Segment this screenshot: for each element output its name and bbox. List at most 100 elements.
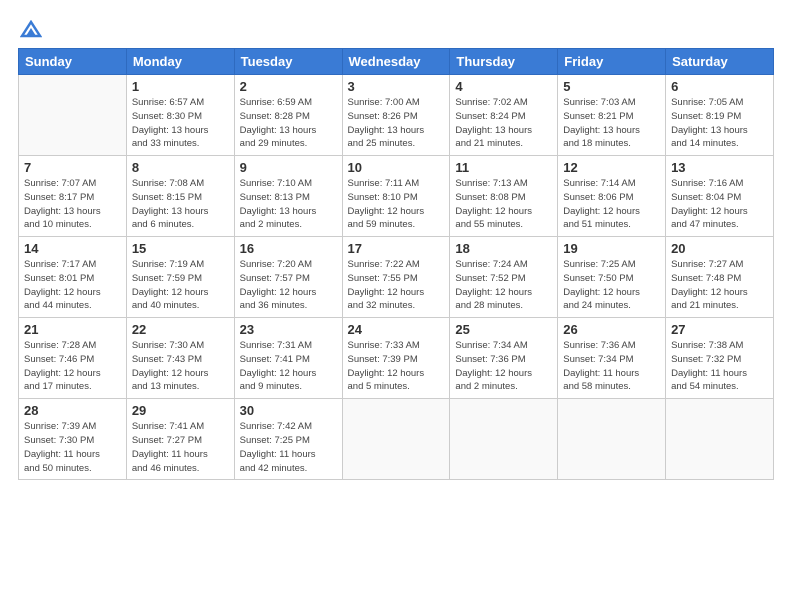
day-info: Sunrise: 7:11 AMSunset: 8:10 PMDaylight:… xyxy=(348,177,445,232)
day-info: Sunrise: 7:05 AMSunset: 8:19 PMDaylight:… xyxy=(671,96,768,151)
calendar-header-thursday: Thursday xyxy=(450,49,558,75)
day-number: 7 xyxy=(24,160,121,175)
day-number: 20 xyxy=(671,241,768,256)
calendar-cell xyxy=(558,399,666,480)
day-number: 15 xyxy=(132,241,229,256)
day-info: Sunrise: 7:13 AMSunset: 8:08 PMDaylight:… xyxy=(455,177,552,232)
calendar-cell: 27 Sunrise: 7:38 AMSunset: 7:32 PMDayligh… xyxy=(666,318,774,399)
day-info: Sunrise: 7:07 AMSunset: 8:17 PMDaylight:… xyxy=(24,177,121,232)
day-info: Sunrise: 7:30 AMSunset: 7:43 PMDaylight:… xyxy=(132,339,229,394)
day-number: 19 xyxy=(563,241,660,256)
calendar-cell: 5 Sunrise: 7:03 AMSunset: 8:21 PMDaylight… xyxy=(558,75,666,156)
calendar-cell xyxy=(450,399,558,480)
day-number: 5 xyxy=(563,79,660,94)
calendar-cell: 24 Sunrise: 7:33 AMSunset: 7:39 PMDayligh… xyxy=(342,318,450,399)
day-number: 29 xyxy=(132,403,229,418)
logo xyxy=(18,22,42,38)
day-info: Sunrise: 7:41 AMSunset: 7:27 PMDaylight:… xyxy=(132,420,229,475)
day-number: 26 xyxy=(563,322,660,337)
day-info: Sunrise: 6:57 AMSunset: 8:30 PMDaylight:… xyxy=(132,96,229,151)
calendar-week-1: 1 Sunrise: 6:57 AMSunset: 8:30 PMDaylight… xyxy=(19,75,774,156)
calendar-week-5: 28Sunrise: 7:39 AMSunset: 7:30 PMDayligh… xyxy=(19,399,774,480)
calendar-header-row: SundayMondayTuesdayWednesdayThursdayFrid… xyxy=(19,49,774,75)
day-info: Sunrise: 7:22 AMSunset: 7:55 PMDaylight:… xyxy=(348,258,445,313)
day-number: 12 xyxy=(563,160,660,175)
calendar-cell: 3 Sunrise: 7:00 AMSunset: 8:26 PMDaylight… xyxy=(342,75,450,156)
day-number: 13 xyxy=(671,160,768,175)
calendar-cell: 8 Sunrise: 7:08 AMSunset: 8:15 PMDaylight… xyxy=(126,156,234,237)
calendar-cell: 11Sunrise: 7:13 AMSunset: 8:08 PMDayligh… xyxy=(450,156,558,237)
calendar-header-monday: Monday xyxy=(126,49,234,75)
calendar-cell: 12Sunrise: 7:14 AMSunset: 8:06 PMDayligh… xyxy=(558,156,666,237)
day-info: Sunrise: 7:33 AMSunset: 7:39 PMDaylight:… xyxy=(348,339,445,394)
calendar-header-sunday: Sunday xyxy=(19,49,127,75)
day-number: 16 xyxy=(240,241,337,256)
calendar-week-4: 21 Sunrise: 7:28 AMSunset: 7:46 PMDayligh… xyxy=(19,318,774,399)
calendar-header-tuesday: Tuesday xyxy=(234,49,342,75)
day-info: Sunrise: 7:25 AMSunset: 7:50 PMDaylight:… xyxy=(563,258,660,313)
calendar: SundayMondayTuesdayWednesdayThursdayFrid… xyxy=(18,48,774,480)
day-info: Sunrise: 7:17 AMSunset: 8:01 PMDaylight:… xyxy=(24,258,121,313)
day-info: Sunrise: 7:10 AMSunset: 8:13 PMDaylight:… xyxy=(240,177,337,232)
day-number: 22 xyxy=(132,322,229,337)
calendar-cell: 29 Sunrise: 7:41 AMSunset: 7:27 PMDayligh… xyxy=(126,399,234,480)
calendar-cell: 1 Sunrise: 6:57 AMSunset: 8:30 PMDaylight… xyxy=(126,75,234,156)
day-number: 23 xyxy=(240,322,337,337)
calendar-cell: 30 Sunrise: 7:42 AMSunset: 7:25 PMDayligh… xyxy=(234,399,342,480)
calendar-cell: 23 Sunrise: 7:31 AMSunset: 7:41 PMDayligh… xyxy=(234,318,342,399)
calendar-cell xyxy=(342,399,450,480)
day-info: Sunrise: 7:02 AMSunset: 8:24 PMDaylight:… xyxy=(455,96,552,151)
day-number: 1 xyxy=(132,79,229,94)
day-info: Sunrise: 7:36 AMSunset: 7:34 PMDaylight:… xyxy=(563,339,660,394)
day-number: 3 xyxy=(348,79,445,94)
logo-icon xyxy=(20,20,42,38)
day-info: Sunrise: 7:42 AMSunset: 7:25 PMDaylight:… xyxy=(240,420,337,475)
calendar-cell: 7 Sunrise: 7:07 AMSunset: 8:17 PMDaylight… xyxy=(19,156,127,237)
day-info: Sunrise: 7:31 AMSunset: 7:41 PMDaylight:… xyxy=(240,339,337,394)
day-number: 24 xyxy=(348,322,445,337)
day-info: Sunrise: 6:59 AMSunset: 8:28 PMDaylight:… xyxy=(240,96,337,151)
calendar-cell: 18 Sunrise: 7:24 AMSunset: 7:52 PMDayligh… xyxy=(450,237,558,318)
calendar-cell: 28Sunrise: 7:39 AMSunset: 7:30 PMDayligh… xyxy=(19,399,127,480)
day-number: 10 xyxy=(348,160,445,175)
calendar-cell xyxy=(666,399,774,480)
day-info: Sunrise: 7:16 AMSunset: 8:04 PMDaylight:… xyxy=(671,177,768,232)
day-info: Sunrise: 7:28 AMSunset: 7:46 PMDaylight:… xyxy=(24,339,121,394)
day-number: 14 xyxy=(24,241,121,256)
day-number: 9 xyxy=(240,160,337,175)
day-number: 21 xyxy=(24,322,121,337)
calendar-week-3: 14 Sunrise: 7:17 AMSunset: 8:01 PMDayligh… xyxy=(19,237,774,318)
day-info: Sunrise: 7:08 AMSunset: 8:15 PMDaylight:… xyxy=(132,177,229,232)
day-info: Sunrise: 7:24 AMSunset: 7:52 PMDaylight:… xyxy=(455,258,552,313)
calendar-week-2: 7 Sunrise: 7:07 AMSunset: 8:17 PMDaylight… xyxy=(19,156,774,237)
calendar-header-friday: Friday xyxy=(558,49,666,75)
day-info: Sunrise: 7:03 AMSunset: 8:21 PMDaylight:… xyxy=(563,96,660,151)
calendar-cell: 25Sunrise: 7:34 AMSunset: 7:36 PMDayligh… xyxy=(450,318,558,399)
day-info: Sunrise: 7:00 AMSunset: 8:26 PMDaylight:… xyxy=(348,96,445,151)
calendar-cell: 2 Sunrise: 6:59 AMSunset: 8:28 PMDaylight… xyxy=(234,75,342,156)
calendar-cell: 20 Sunrise: 7:27 AMSunset: 7:48 PMDayligh… xyxy=(666,237,774,318)
calendar-cell: 22 Sunrise: 7:30 AMSunset: 7:43 PMDayligh… xyxy=(126,318,234,399)
day-number: 8 xyxy=(132,160,229,175)
calendar-cell: 21 Sunrise: 7:28 AMSunset: 7:46 PMDayligh… xyxy=(19,318,127,399)
calendar-cell: 4Sunrise: 7:02 AMSunset: 8:24 PMDaylight… xyxy=(450,75,558,156)
day-number: 17 xyxy=(348,241,445,256)
day-info: Sunrise: 7:38 AMSunset: 7:32 PMDaylight:… xyxy=(671,339,768,394)
calendar-cell: 9 Sunrise: 7:10 AMSunset: 8:13 PMDaylight… xyxy=(234,156,342,237)
calendar-cell: 6Sunrise: 7:05 AMSunset: 8:19 PMDaylight… xyxy=(666,75,774,156)
day-info: Sunrise: 7:27 AMSunset: 7:48 PMDaylight:… xyxy=(671,258,768,313)
day-number: 18 xyxy=(455,241,552,256)
calendar-cell: 19 Sunrise: 7:25 AMSunset: 7:50 PMDayligh… xyxy=(558,237,666,318)
calendar-cell: 17 Sunrise: 7:22 AMSunset: 7:55 PMDayligh… xyxy=(342,237,450,318)
calendar-cell xyxy=(19,75,127,156)
day-number: 27 xyxy=(671,322,768,337)
day-number: 30 xyxy=(240,403,337,418)
calendar-cell: 10 Sunrise: 7:11 AMSunset: 8:10 PMDayligh… xyxy=(342,156,450,237)
day-info: Sunrise: 7:39 AMSunset: 7:30 PMDaylight:… xyxy=(24,420,121,475)
day-number: 2 xyxy=(240,79,337,94)
calendar-cell: 14 Sunrise: 7:17 AMSunset: 8:01 PMDayligh… xyxy=(19,237,127,318)
calendar-header-wednesday: Wednesday xyxy=(342,49,450,75)
calendar-cell: 15Sunrise: 7:19 AMSunset: 7:59 PMDayligh… xyxy=(126,237,234,318)
calendar-cell: 16Sunrise: 7:20 AMSunset: 7:57 PMDayligh… xyxy=(234,237,342,318)
calendar-cell: 13 Sunrise: 7:16 AMSunset: 8:04 PMDayligh… xyxy=(666,156,774,237)
